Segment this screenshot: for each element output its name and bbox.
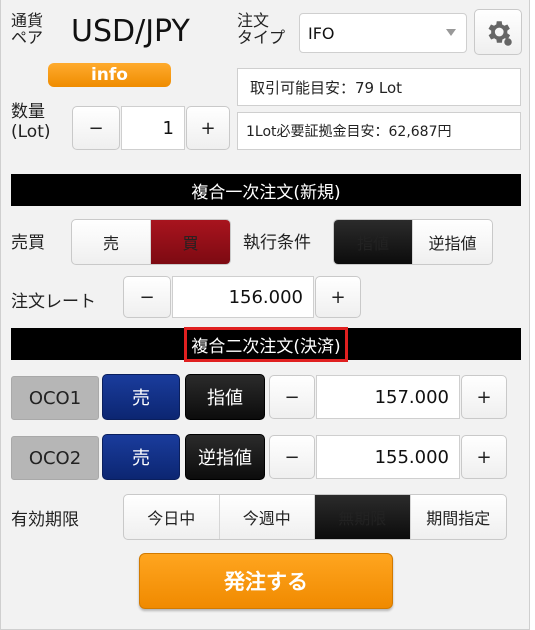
expiry-unlimited[interactable]: 無期限 xyxy=(315,495,411,539)
oco2-side[interactable]: 売 xyxy=(102,434,180,480)
quantity-label-line2: (Lot) xyxy=(11,122,51,142)
stop-option[interactable]: 逆指値 xyxy=(413,220,492,264)
secondary-order-header: 複合二次注文(決済) xyxy=(11,326,521,362)
side-label: 売買 xyxy=(11,233,45,253)
currency-pair-label-line1: 通貨 xyxy=(11,11,44,30)
oco2-minus-button[interactable]: − xyxy=(269,435,315,479)
limit-option[interactable]: 指値 xyxy=(334,220,413,264)
quantity-input[interactable]: 1 xyxy=(121,106,185,150)
quantity-plus-button[interactable]: + xyxy=(186,106,230,150)
order-panel: 通貨 ペア USD/JPY 注文 タイプ IFO info 取引可能目安：79 … xyxy=(0,0,530,630)
rate-plus-button[interactable]: + xyxy=(315,276,361,318)
order-type-label-line1: 注文 xyxy=(237,11,270,30)
currency-pair-label-line2: ペア xyxy=(11,28,44,47)
oco1-side[interactable]: 売 xyxy=(102,374,180,420)
exec-condition-label: 執行条件 xyxy=(243,233,311,253)
rate-minus-button[interactable]: − xyxy=(123,276,171,318)
expiry-today[interactable]: 今日中 xyxy=(124,495,220,539)
oco1-type[interactable]: 指値 xyxy=(185,374,265,420)
expiry-specify[interactable]: 期間指定 xyxy=(411,495,507,539)
expiry-this-week[interactable]: 今週中 xyxy=(220,495,315,539)
chevron-down-icon xyxy=(446,29,456,36)
currency-pair-label: 通貨 ペア xyxy=(11,12,43,46)
buy-option[interactable]: 買 xyxy=(151,220,230,264)
order-type-select[interactable]: IFO xyxy=(299,13,467,53)
oco2-type[interactable]: 逆指値 xyxy=(185,434,265,480)
order-rate-input[interactable]: 156.000 xyxy=(172,276,314,318)
gear-icon xyxy=(488,21,512,46)
secondary-order-title: 複合二次注文(決済) xyxy=(184,326,348,362)
expiry-toggle: 今日中 今週中 無期限 期間指定 xyxy=(123,494,507,540)
oco2-rate-input[interactable]: 155.000 xyxy=(316,435,460,479)
oco2-plus-button[interactable]: + xyxy=(461,435,507,479)
oco1-rate-input[interactable]: 157.000 xyxy=(316,375,460,419)
info-button[interactable]: info xyxy=(48,63,171,87)
oco1-label: OCO1 xyxy=(11,376,99,420)
tradable-estimate: 取引可能目安：79 Lot xyxy=(237,68,521,106)
primary-order-header: 複合一次注文(新規) xyxy=(11,174,521,206)
oco1-plus-button[interactable]: + xyxy=(461,375,507,419)
settings-button[interactable] xyxy=(474,9,522,55)
expiry-label: 有効期限 xyxy=(11,510,79,530)
exec-condition-toggle: 指値 逆指値 xyxy=(333,219,493,265)
quantity-label-line1: 数量 xyxy=(11,102,45,122)
order-type-label-line2: タイプ xyxy=(237,28,286,47)
order-type-value: IFO xyxy=(308,23,335,43)
quantity-minus-button[interactable]: − xyxy=(72,106,120,150)
margin-estimate: 1Lot必要証拠金目安：62,687円 xyxy=(237,112,521,150)
order-type-label: 注文 タイプ xyxy=(237,12,285,46)
side-toggle: 売 買 xyxy=(71,219,231,265)
oco1-minus-button[interactable]: − xyxy=(269,375,315,419)
order-rate-label: 注文レート xyxy=(11,292,96,312)
quantity-label: 数量 (Lot) xyxy=(11,102,51,142)
submit-order-button[interactable]: 発注する xyxy=(139,553,393,609)
sell-option[interactable]: 売 xyxy=(72,220,151,264)
oco2-label: OCO2 xyxy=(11,436,99,480)
currency-pair[interactable]: USD/JPY xyxy=(71,12,190,52)
